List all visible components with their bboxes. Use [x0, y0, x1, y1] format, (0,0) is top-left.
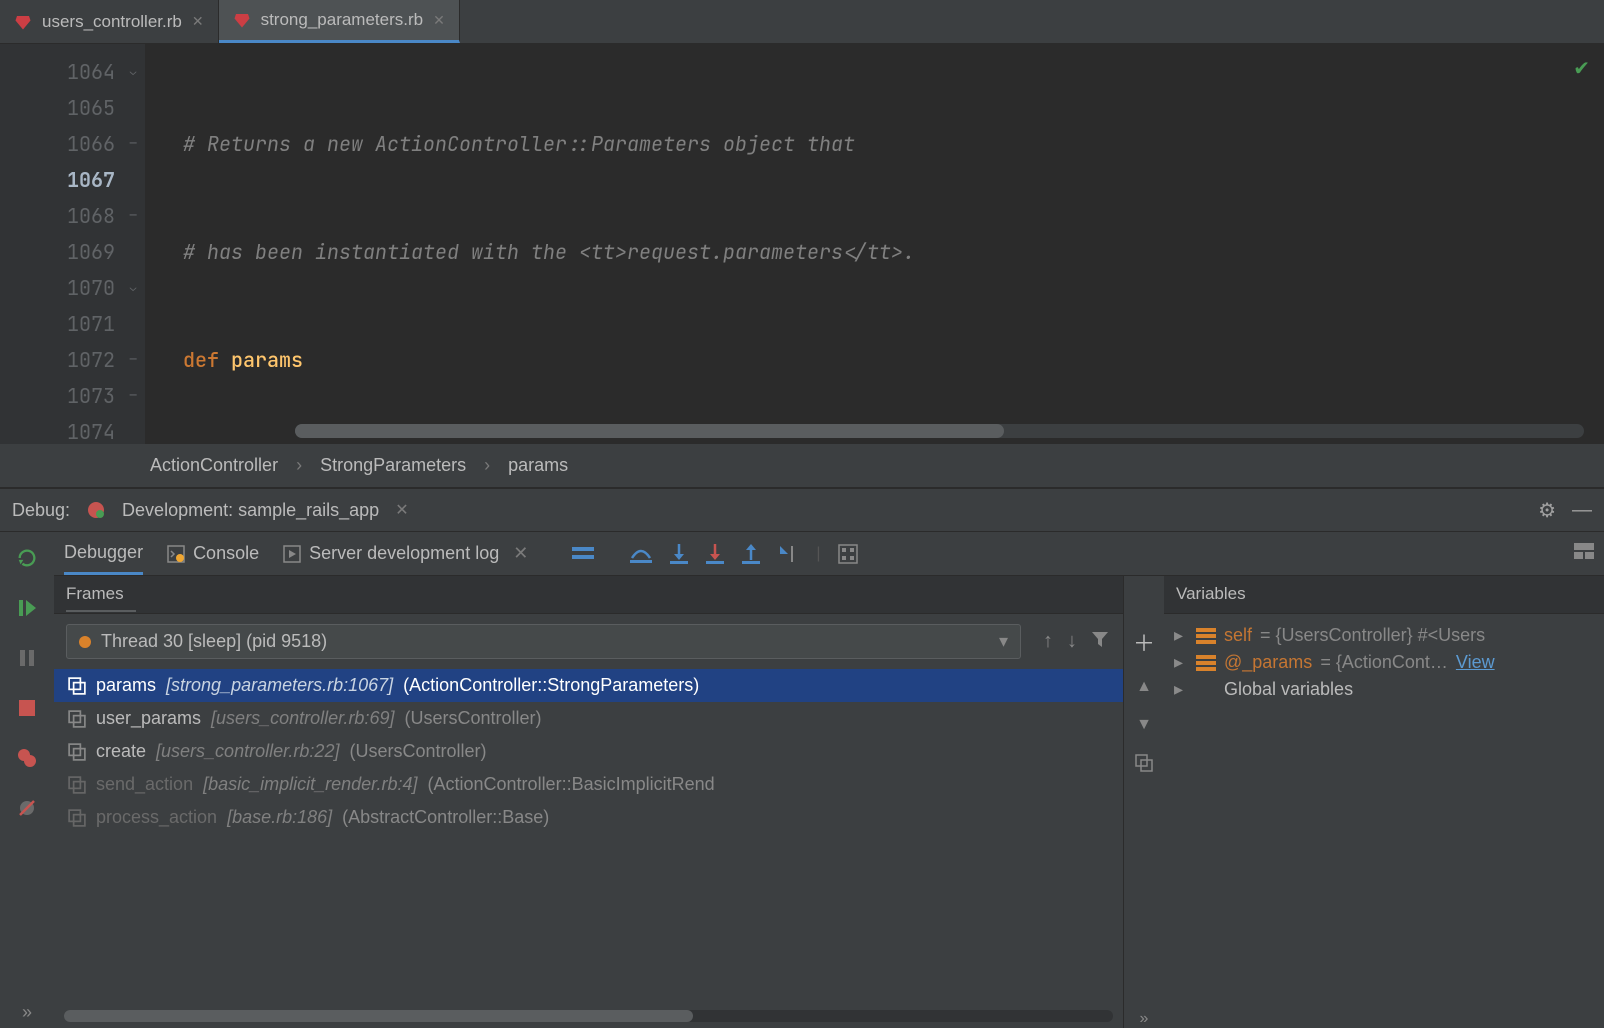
expand-arrow-icon[interactable]: ▸: [1174, 652, 1188, 673]
breadcrumb-item[interactable]: StrongParameters: [320, 455, 466, 476]
variables-toolbar: ＋ ▲ ▼ »: [1124, 576, 1164, 1028]
close-tab-icon[interactable]: ✕: [192, 13, 204, 30]
more-icon[interactable]: »: [11, 996, 43, 1028]
thread-label: Thread 30 [sleep] (pid 9518): [101, 631, 327, 652]
code-comment: # has been instantiated with the <tt>req…: [183, 239, 915, 265]
keyword: def: [183, 347, 219, 373]
code-editor[interactable]: ✔ 1064 1065 1066 1067 1068 1069 1070 107…: [0, 44, 1604, 444]
scroll-up-icon[interactable]: ▲: [1136, 678, 1152, 696]
stack-frame[interactable]: create [users_controller.rb:22] (UsersCo…: [54, 735, 1123, 768]
breadcrumb: ActionController › StrongParameters › pa…: [0, 444, 1604, 488]
chevron-down-icon[interactable]: ▾: [999, 631, 1008, 652]
close-icon[interactable]: ✕: [513, 543, 528, 564]
line-number-gutter: 1064 1065 1066 1067 1068 1069 1070 1071 …: [0, 44, 145, 444]
ruby-file-icon: [233, 11, 251, 29]
tab-label: users_controller.rb: [42, 12, 182, 32]
threads-icon[interactable]: [572, 545, 594, 563]
run-config-name[interactable]: Development: sample_rails_app: [122, 500, 379, 521]
thread-selector[interactable]: Thread 30 [sleep] (pid 9518) ▾: [66, 624, 1021, 659]
variable-row[interactable]: ▸ self = {UsersController} #<Users: [1174, 622, 1594, 649]
breadcrumb-item[interactable]: params: [508, 455, 568, 476]
step-over-icon[interactable]: [630, 544, 652, 564]
stack-frame-list: params [strong_parameters.rb:1067] (Acti…: [54, 669, 1123, 1010]
breadcrumb-item[interactable]: ActionController: [150, 455, 278, 476]
debug-side-toolbar: »: [0, 532, 54, 1028]
expand-arrow-icon[interactable]: ▸: [1174, 625, 1188, 646]
run-to-cursor-icon[interactable]: [778, 544, 798, 564]
frame-icon: [68, 677, 86, 695]
code-area[interactable]: # Returns a new ActionController::Parame…: [145, 44, 1604, 444]
debugger-tab[interactable]: Debugger: [64, 532, 143, 575]
tab-label: strong_parameters.rb: [261, 10, 424, 30]
horizontal-scrollbar[interactable]: [295, 424, 1584, 438]
server-log-tab[interactable]: Server development log ✕: [283, 532, 528, 575]
resume-button[interactable]: [11, 592, 43, 624]
ruby-file-icon: [14, 13, 32, 31]
stack-frame[interactable]: params [strong_parameters.rb:1067] (Acti…: [54, 669, 1123, 702]
rails-run-icon: [86, 500, 106, 520]
minimize-icon[interactable]: —: [1572, 499, 1592, 522]
evaluate-expression-icon[interactable]: [838, 544, 858, 564]
stack-frame[interactable]: user_params [users_controller.rb:69] (Us…: [54, 702, 1123, 735]
expand-arrow-icon[interactable]: ▸: [1174, 679, 1188, 700]
close-run-icon[interactable]: ✕: [395, 500, 408, 520]
view-link[interactable]: View: [1456, 652, 1495, 673]
copy-icon[interactable]: [1135, 754, 1153, 777]
debug-label: Debug:: [12, 500, 70, 521]
gear-icon[interactable]: ⚙: [1538, 498, 1556, 523]
step-into-icon[interactable]: [670, 544, 688, 564]
stack-frame[interactable]: send_action [basic_implicit_render.rb:4]…: [54, 768, 1123, 801]
variable-row[interactable]: ▸ @_params = {ActionCont… View: [1174, 649, 1594, 676]
console-tab[interactable]: Console: [167, 532, 259, 575]
log-icon: [283, 545, 301, 563]
chevron-right-icon: ›: [296, 455, 302, 476]
debug-tabs: Debugger Console Server development log …: [54, 532, 1604, 576]
chevron-right-icon: ›: [484, 455, 490, 476]
tab-strong-parameters[interactable]: strong_parameters.rb ✕: [219, 0, 460, 43]
mute-breakpoints-button[interactable]: [11, 792, 43, 824]
code-comment: # Returns a new ActionController::Parame…: [183, 131, 855, 157]
add-watch-icon[interactable]: ＋: [1133, 626, 1155, 658]
frames-panel: Frames Thread 30 [sleep] (pid 9518) ▾ ↑ …: [54, 576, 1124, 1028]
editor-tab-bar: users_controller.rb ✕ strong_parameters.…: [0, 0, 1604, 44]
horizontal-scrollbar[interactable]: [64, 1010, 1113, 1022]
force-step-into-icon[interactable]: [706, 544, 724, 564]
frame-icon: [68, 776, 86, 794]
thread-status-icon: [79, 636, 91, 648]
method-name: params: [219, 347, 303, 373]
pause-button[interactable]: [11, 642, 43, 674]
scroll-down-icon[interactable]: ▼: [1136, 716, 1152, 734]
view-breakpoints-button[interactable]: [11, 742, 43, 774]
object-icon: [1196, 655, 1216, 671]
next-frame-icon[interactable]: ↓: [1067, 630, 1077, 654]
object-icon: [1196, 628, 1216, 644]
frame-icon: [68, 743, 86, 761]
layout-settings-icon[interactable]: [1574, 543, 1594, 564]
variables-title: Variables: [1164, 576, 1604, 614]
variables-panel: Variables ▸ self = {UsersController} #<U…: [1164, 576, 1604, 1028]
stop-button[interactable]: [11, 692, 43, 724]
variable-row[interactable]: ▸ Global variables: [1174, 676, 1594, 703]
close-tab-icon[interactable]: ✕: [433, 12, 445, 29]
debug-tool-window-header: Debug: Development: sample_rails_app ✕ ⚙…: [0, 488, 1604, 532]
step-out-icon[interactable]: [742, 544, 760, 564]
frame-icon: [68, 710, 86, 728]
stack-frame[interactable]: process_action [base.rb:186] (AbstractCo…: [54, 801, 1123, 834]
frames-title: Frames: [54, 576, 1123, 614]
more-icon[interactable]: »: [1140, 1010, 1149, 1028]
frame-icon: [68, 809, 86, 827]
filter-icon[interactable]: [1091, 630, 1109, 654]
rerun-button[interactable]: [11, 542, 43, 574]
debug-panel: » Debugger Console Server development lo…: [0, 532, 1604, 1028]
console-icon: [167, 545, 185, 563]
prev-frame-icon[interactable]: ↑: [1043, 630, 1053, 654]
tab-users-controller[interactable]: users_controller.rb ✕: [0, 0, 219, 43]
